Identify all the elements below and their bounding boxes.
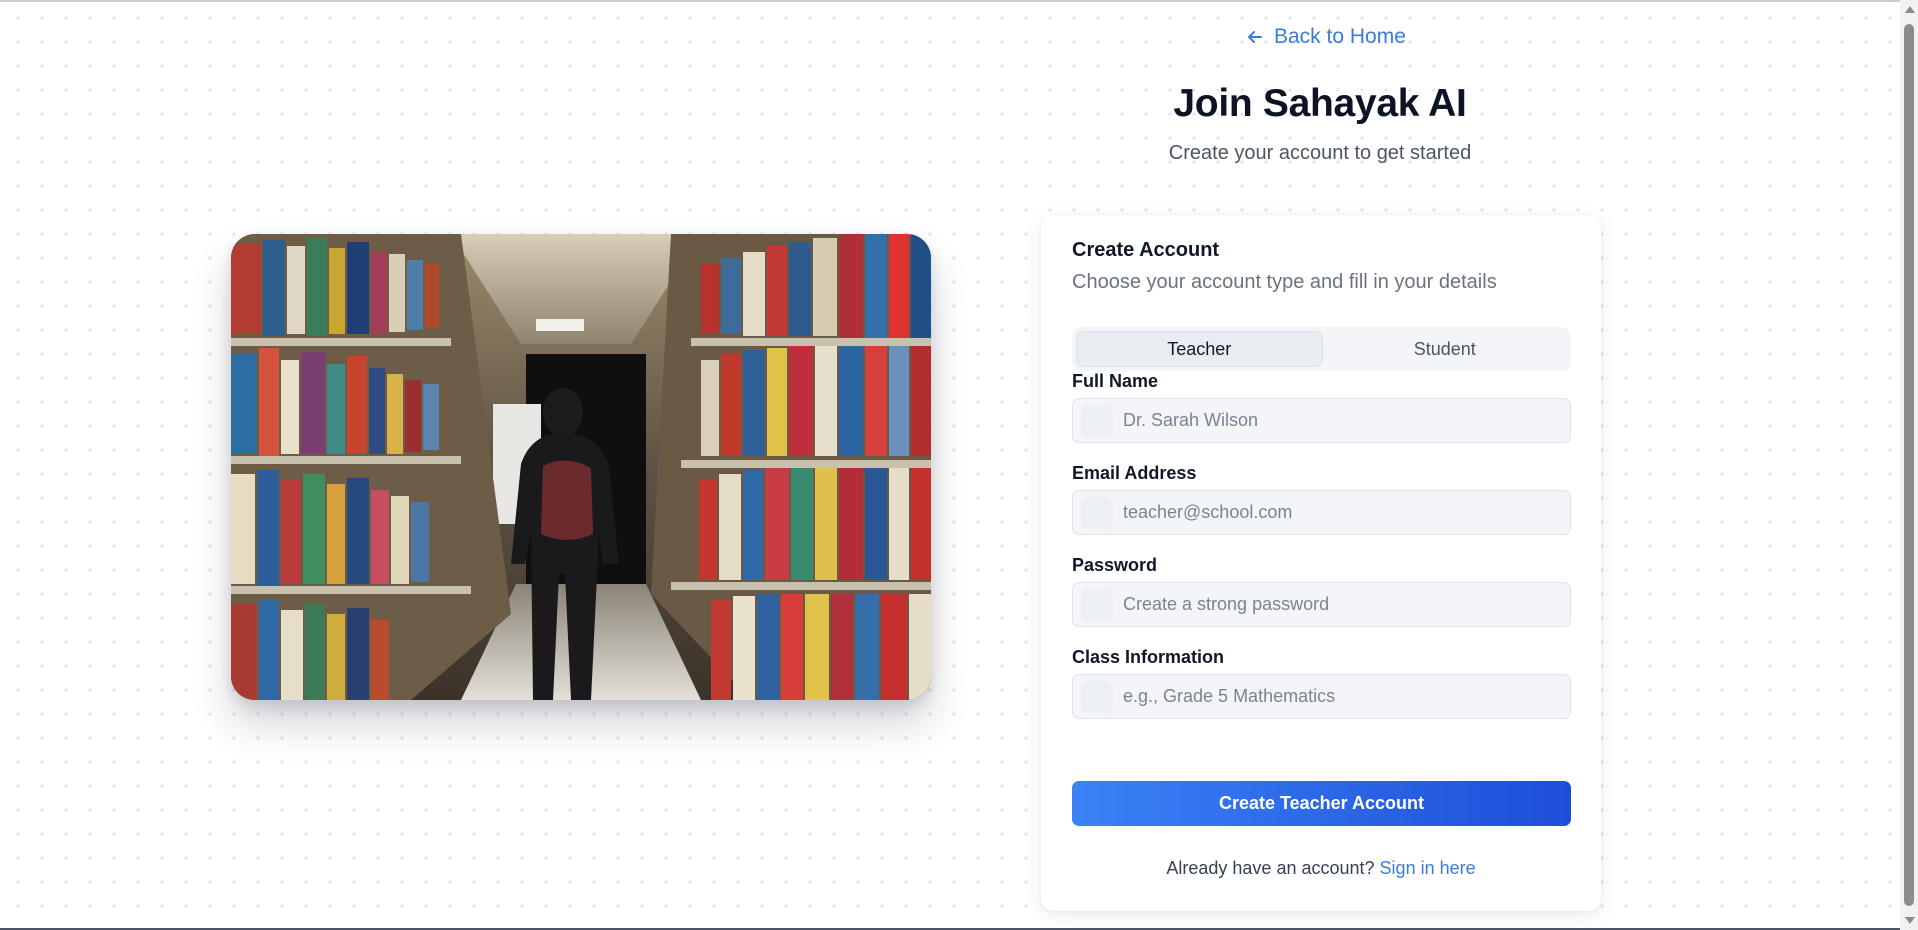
card-title: Create Account [1072,239,1220,261]
card-description: Choose your account type and fill in you… [1072,271,1497,293]
arrow-left-icon [1248,31,1262,43]
scroll-up-icon[interactable] [1905,6,1915,13]
scrollbar-thumb[interactable] [1904,24,1914,906]
signin-prompt-row: Already have an account? Sign in here [1041,858,1601,879]
lock-icon [1081,588,1113,621]
window-top-border [0,0,1918,2]
page-subtitle: Create your account to get started [1168,142,1472,164]
scroll-down-icon[interactable] [1905,917,1915,924]
class-info-field-wrapper [1072,674,1571,719]
book-icon [1081,680,1113,713]
account-type-tabs: Teacher Student [1072,327,1571,371]
back-link-label: Back to Home [1274,25,1406,48]
create-teacher-account-button[interactable]: Create Teacher Account [1072,781,1571,826]
tab-student[interactable]: Student [1323,331,1568,367]
page-title: Join Sahayak AI [1173,82,1467,125]
email-label: Email Address [1072,463,1197,483]
mail-icon [1081,496,1113,529]
email-input[interactable] [1123,502,1563,523]
signin-prompt-text: Already have an account? [1166,858,1375,878]
full-name-input[interactable] [1123,410,1563,431]
full-name-label: Full Name [1072,371,1159,391]
password-field-wrapper [1072,582,1571,627]
library-photo [231,234,931,700]
class-info-label: Class Information [1072,647,1225,667]
tab-teacher[interactable]: Teacher [1076,331,1323,367]
class-info-input[interactable] [1123,686,1563,707]
back-to-home-link[interactable]: Back to Home [1246,25,1406,49]
full-name-field-wrapper [1072,398,1571,443]
user-icon [1081,404,1113,437]
password-input[interactable] [1123,594,1563,615]
create-account-card: Create Account Choose your account type … [1041,215,1601,911]
sign-in-link[interactable]: Sign in here [1380,858,1476,878]
vertical-scrollbar[interactable] [1900,0,1918,930]
email-field-wrapper [1072,490,1571,535]
password-label: Password [1072,555,1158,575]
